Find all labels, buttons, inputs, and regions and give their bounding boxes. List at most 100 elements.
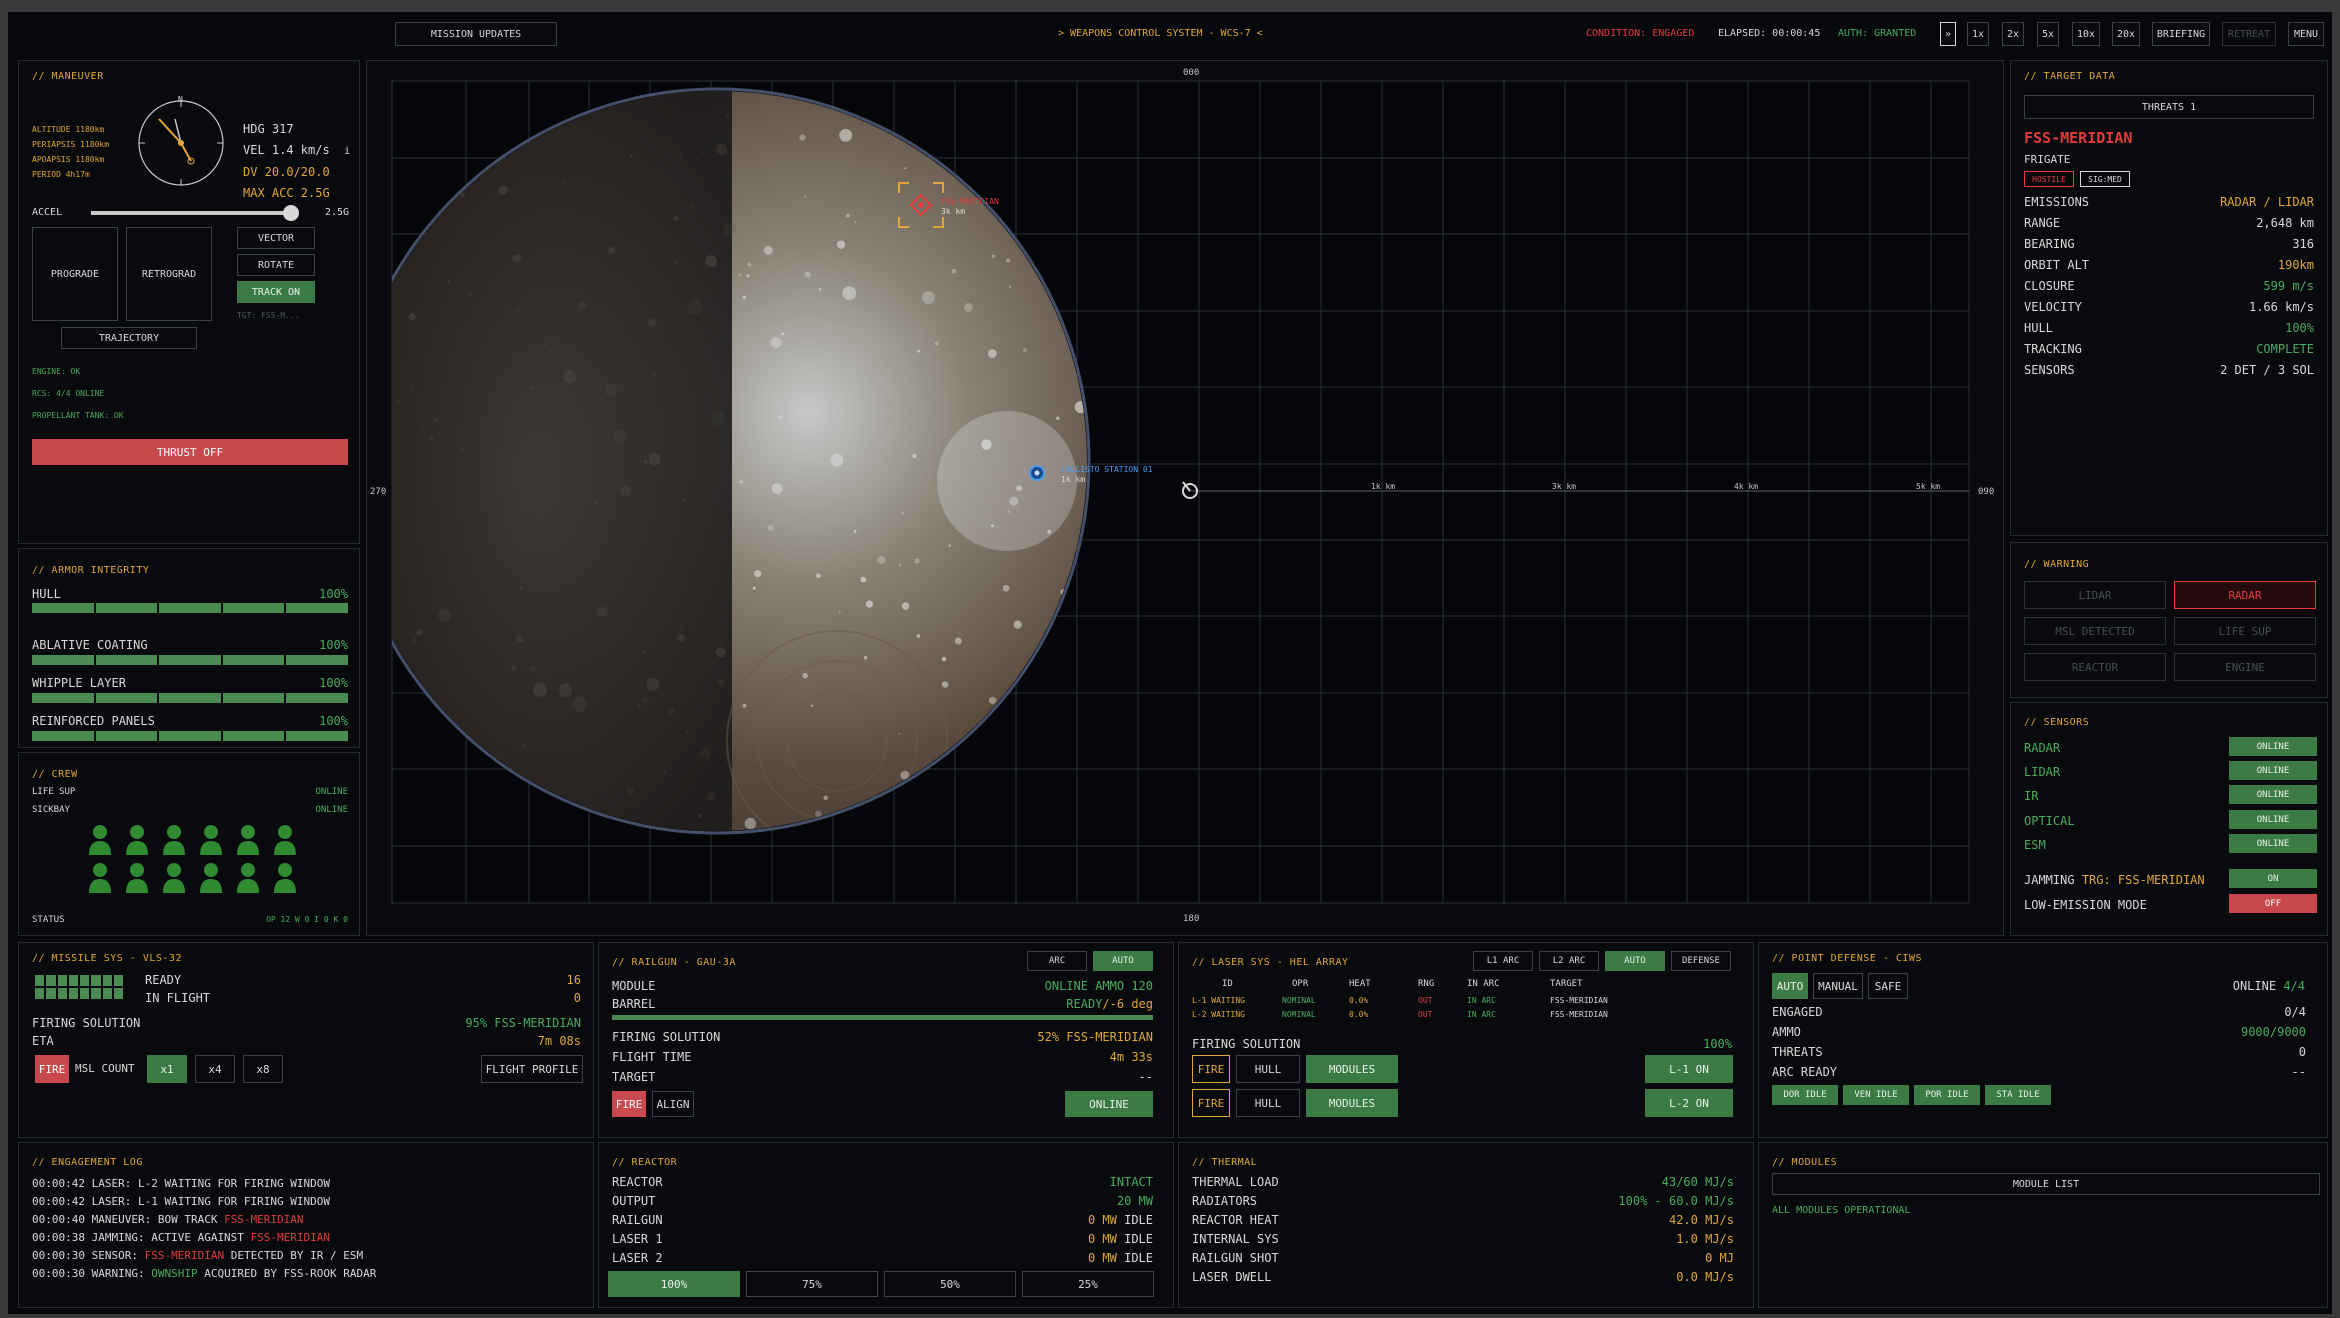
- missile-cell: [46, 988, 56, 999]
- thrust-off-button[interactable]: THRUST OFF: [32, 439, 348, 465]
- modules-title: // MODULES: [1772, 1157, 1838, 1168]
- laser-2-on-button[interactable]: L-2 ON: [1645, 1089, 1733, 1117]
- sensor-toggle-lidar[interactable]: ONLINE: [2229, 761, 2317, 780]
- trajectory-button[interactable]: TRAJECTORY: [61, 327, 197, 349]
- speed-10x-button[interactable]: 10x: [2072, 22, 2100, 46]
- low-emission-toggle[interactable]: OFF: [2229, 894, 2317, 913]
- reactor-level-50-button[interactable]: 50%: [884, 1271, 1016, 1297]
- pd-manual-button[interactable]: MANUAL: [1813, 973, 1863, 999]
- target-row-orbit-alt: ORBIT ALT 190km: [2024, 258, 2314, 272]
- hostile-tag: HOSTILE: [2024, 171, 2074, 187]
- railgun-online-button[interactable]: ONLINE: [1065, 1091, 1153, 1117]
- target-row-label: CLOSURE: [2024, 279, 2075, 293]
- sensor-label-optical: OPTICAL: [2024, 814, 2075, 828]
- laser-1-modules-button[interactable]: MODULES: [1306, 1055, 1398, 1083]
- pause-button[interactable]: »: [1940, 22, 1956, 46]
- speed-1x-button[interactable]: 1x: [1967, 22, 1989, 46]
- msl-count-x1-button[interactable]: x1: [147, 1055, 187, 1083]
- msl-count-x8-button[interactable]: x8: [243, 1055, 283, 1083]
- ready-label: READY: [145, 973, 182, 987]
- accel-slider[interactable]: [91, 205, 299, 221]
- pd-por-idle[interactable]: POR IDLE: [1914, 1085, 1980, 1105]
- sensor-toggle-optical[interactable]: ONLINE: [2229, 810, 2317, 829]
- warning-lidar[interactable]: LIDAR: [2024, 581, 2166, 609]
- heading-readout: HDG 317: [243, 122, 294, 136]
- reactor-level-25-button[interactable]: 25%: [1022, 1271, 1154, 1297]
- sensors-panel: // SENSORS RADAR ONLINE LIDAR ONLINE IR …: [2010, 702, 2328, 936]
- fs-value: 95% FSS-MERIDIAN: [465, 1016, 581, 1030]
- vector-button[interactable]: VECTOR: [237, 227, 315, 249]
- velocity-info-icon[interactable]: i: [344, 146, 350, 157]
- laser-auto-button[interactable]: AUTO: [1605, 951, 1665, 971]
- msl-count-label: MSL COUNT: [75, 1062, 135, 1075]
- station-marker-callisto[interactable]: [1029, 465, 1045, 481]
- speed-5x-button[interactable]: 5x: [2037, 22, 2059, 46]
- warning-radar[interactable]: RADAR: [2174, 581, 2316, 609]
- laser-defense-button[interactable]: DEFENSE: [1671, 951, 1731, 971]
- briefing-button[interactable]: BRIEFING: [2152, 22, 2210, 46]
- warning-msl-detected[interactable]: MSL DETECTED: [2024, 617, 2166, 645]
- warning-reactor[interactable]: REACTOR: [2024, 653, 2166, 681]
- pd-auto-button[interactable]: AUTO: [1772, 973, 1808, 999]
- map-canvas[interactable]: [367, 61, 2005, 937]
- railgun-align-button[interactable]: ALIGN: [652, 1091, 694, 1117]
- railgun-fire-button[interactable]: FIRE: [612, 1091, 646, 1117]
- missile-fire-button[interactable]: FIRE: [35, 1055, 69, 1083]
- pd-dor-idle[interactable]: DOR IDLE: [1772, 1085, 1838, 1105]
- sensor-toggle-radar[interactable]: ONLINE: [2229, 737, 2317, 756]
- missile-cell: [91, 988, 101, 999]
- mission-updates-button[interactable]: MISSION UPDATES: [395, 22, 557, 46]
- sensor-toggle-ir[interactable]: ONLINE: [2229, 785, 2317, 804]
- laser-1-on-button[interactable]: L-1 ON: [1645, 1055, 1733, 1083]
- railgun-auto-button[interactable]: AUTO: [1093, 951, 1153, 971]
- warning-engine[interactable]: ENGINE: [2174, 653, 2316, 681]
- speed-2x-button[interactable]: 2x: [2002, 22, 2024, 46]
- tactical-map[interactable]: 000 270 090 180 1k km 3k km 4k km 5k km …: [366, 60, 2004, 936]
- warning-title: // WARNING: [2024, 559, 2090, 570]
- menu-button[interactable]: MENU: [2288, 22, 2324, 46]
- rotate-button[interactable]: ROTATE: [237, 254, 315, 276]
- laser-1-hull-button[interactable]: HULL: [1236, 1055, 1300, 1083]
- sensor-label-lidar: LIDAR: [2024, 765, 2061, 779]
- warning-life-sup[interactable]: LIFE SUP: [2174, 617, 2316, 645]
- laser-1-fire-button[interactable]: FIRE: [1192, 1055, 1230, 1083]
- laser-table-row[interactable]: L-2 WAITING NOMINAL 0.0% OUT IN ARC FSS-…: [1192, 1010, 1732, 1027]
- pd-ven-idle[interactable]: VEN IDLE: [1843, 1085, 1909, 1105]
- retrograde-button[interactable]: RETROGRAD: [126, 227, 212, 321]
- laser-cell: 0.0%: [1349, 996, 1369, 1005]
- thermal-row-internal: INTERNAL SYS 1.0 MJ/s: [1192, 1232, 1734, 1246]
- railgun-arc-button[interactable]: ARC: [1027, 951, 1087, 971]
- laser-2-modules-button[interactable]: MODULES: [1306, 1089, 1398, 1117]
- maneuver-title: // MANEUVER: [32, 71, 104, 82]
- msl-count-x4-button[interactable]: x4: [195, 1055, 235, 1083]
- station-label: CALLISTO STATION 01 1k km: [1061, 465, 1153, 485]
- reactor-level-100-button[interactable]: 100%: [608, 1271, 740, 1297]
- laser-l1-arc-button[interactable]: L1 ARC: [1473, 951, 1533, 971]
- pd-sta-idle[interactable]: STA IDLE: [1985, 1085, 2051, 1105]
- ready-value: 16: [566, 973, 581, 987]
- retreat-button[interactable]: RETREAT: [2222, 22, 2276, 46]
- pd-ammo-row: AMMO 9000/9000: [1772, 1025, 2306, 1039]
- sensor-toggle-esm[interactable]: ONLINE: [2229, 834, 2317, 853]
- laser-2-fire-button[interactable]: FIRE: [1192, 1089, 1230, 1117]
- compass-north: N: [178, 95, 183, 104]
- jamming-toggle[interactable]: ON: [2229, 869, 2317, 888]
- thermal-row-railgun-shot: RAILGUN SHOT 0 MJ: [1192, 1251, 1734, 1265]
- speed-20x-button[interactable]: 20x: [2112, 22, 2140, 46]
- track-on-button[interactable]: TRACK ON: [237, 281, 315, 303]
- laser-l2-arc-button[interactable]: L2 ARC: [1539, 951, 1599, 971]
- prograde-button[interactable]: PROGRADE: [32, 227, 118, 321]
- reactor-level-75-button[interactable]: 75%: [746, 1271, 878, 1297]
- armor-bar-ablative: [32, 655, 348, 665]
- station-label-name: CALLISTO STATION 01: [1061, 465, 1153, 474]
- wcs-app: MISSION UPDATES > WEAPONS CONTROL SYSTEM…: [8, 12, 2332, 1314]
- armor-label: WHIPPLE LAYER: [32, 676, 126, 690]
- threats-button[interactable]: THREATS 1: [2024, 95, 2314, 119]
- laser-2-hull-button[interactable]: HULL: [1236, 1089, 1300, 1117]
- life-sup-label: LIFE SUP: [32, 787, 76, 797]
- missile-cell: [35, 975, 45, 986]
- pd-safe-button[interactable]: SAFE: [1868, 973, 1908, 999]
- flight-profile-button[interactable]: FLIGHT PROFILE: [481, 1055, 583, 1083]
- module-list-button[interactable]: MODULE LIST: [1772, 1173, 2320, 1195]
- accel-slider-handle[interactable]: [283, 205, 299, 221]
